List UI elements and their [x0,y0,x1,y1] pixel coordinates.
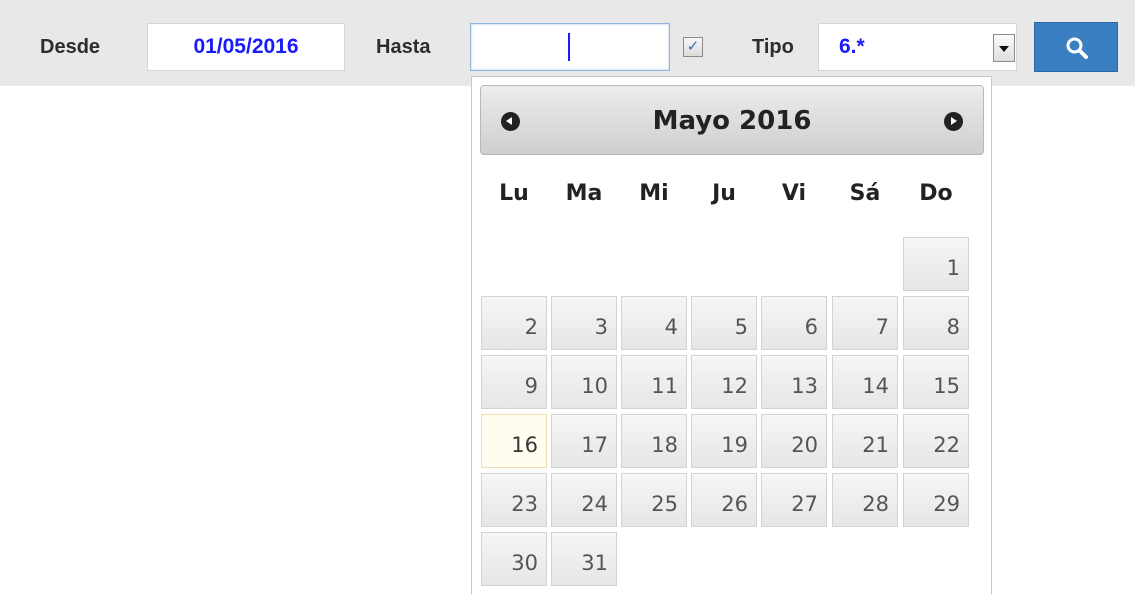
weekday-label: Lu [499,181,529,206]
weekday-label: Ju [712,181,736,206]
calendar-day[interactable]: 18 [621,414,687,468]
calendar-day[interactable]: 12 [691,355,757,409]
calendar-day[interactable]: 15 [903,355,969,409]
calendar-day[interactable]: 20 [761,414,827,468]
search-button[interactable] [1034,22,1118,72]
datepicker-calendar: Mayo 2016 Lu Ma Mi Ju Vi Sá Do 1 2 3 4 5 6 7 8 9 10 11 12… [471,76,992,594]
calendar-day[interactable]: 26 [691,473,757,527]
tipo-label: Tipo [752,36,794,58]
check-icon: ✓ [686,38,700,55]
tipo-dropdown-button[interactable] [993,34,1015,62]
calendar-day[interactable]: 29 [903,473,969,527]
calendar-day[interactable]: 17 [551,414,617,468]
hasta-label: Hasta [376,36,431,58]
text-cursor [568,33,570,61]
calendar-day[interactable]: 23 [481,473,547,527]
calendar-day[interactable]: 6 [761,296,827,350]
calendar-day[interactable]: 27 [761,473,827,527]
calendar-day[interactable]: 22 [903,414,969,468]
weekday-label: Ma [565,181,603,206]
calendar-day[interactable]: 28 [832,473,898,527]
calendar-month-title: Mayo 2016 [652,106,812,136]
calendar-day[interactable]: 19 [691,414,757,468]
calendar-day[interactable]: 3 [551,296,617,350]
calendar-day[interactable]: 14 [832,355,898,409]
tipo-select[interactable]: 6.* [818,23,1017,71]
calendar-day[interactable]: 8 [903,296,969,350]
calendar-day[interactable]: 10 [551,355,617,409]
calendar-day[interactable]: 25 [621,473,687,527]
filter-toolbar: Desde 01/05/2016 Hasta ✓ Tipo 6.* [0,0,1135,86]
calendar-day[interactable]: 24 [551,473,617,527]
calendar-header: Mayo 2016 [480,85,984,155]
tipo-selected-value: 6.* [839,35,865,58]
calendar-day[interactable]: 31 [551,532,617,586]
desde-date-input[interactable]: 01/05/2016 [147,23,345,71]
desde-label: Desde [40,36,101,58]
calendar-day[interactable]: 21 [832,414,898,468]
weekday-label: Do [919,181,953,206]
hasta-date-input[interactable] [470,23,670,71]
calendar-day[interactable]: 30 [481,532,547,586]
hasta-checkbox[interactable]: ✓ [683,37,703,57]
calendar-day[interactable]: 9 [481,355,547,409]
calendar-day[interactable]: 16 [481,414,547,468]
weekday-label: Mi [639,181,669,206]
calendar-day[interactable]: 4 [621,296,687,350]
weekday-label: Vi [781,181,807,206]
calendar-day[interactable]: 11 [621,355,687,409]
chevron-down-icon [999,46,1009,52]
weekday-label: Sá [849,181,881,206]
next-month-icon[interactable] [944,112,963,131]
calendar-day[interactable]: 7 [832,296,898,350]
search-icon [1066,37,1088,59]
calendar-day[interactable]: 1 [903,237,969,291]
calendar-day[interactable]: 5 [691,296,757,350]
calendar-day[interactable]: 13 [761,355,827,409]
calendar-day[interactable]: 2 [481,296,547,350]
